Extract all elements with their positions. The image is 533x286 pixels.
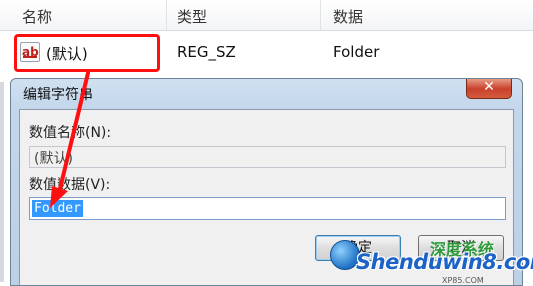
watermark-text: Shenduwin8.com: [356, 250, 533, 274]
value-name-label: 数值名称(N):: [29, 125, 112, 141]
value-name-field: (默认): [29, 146, 506, 168]
window-edge: [0, 82, 4, 282]
value-data-label: 数值数据(V):: [29, 177, 111, 193]
value-data-text[interactable]: Folder: [32, 200, 83, 217]
list-header: 名称 类型 数据: [0, 0, 533, 31]
column-header-type[interactable]: 类型: [177, 6, 207, 27]
column-divider[interactable]: [166, 0, 167, 30]
value-data-input[interactable]: Folder: [29, 197, 506, 220]
highlight-box: [14, 34, 160, 72]
column-divider[interactable]: [320, 0, 321, 30]
value-name-text: (默认): [34, 151, 73, 167]
column-header-data[interactable]: 数据: [333, 6, 363, 27]
row-data: Folder: [333, 43, 380, 61]
close-button[interactable]: ✕: [466, 79, 512, 99]
close-icon: ✕: [483, 79, 495, 95]
site-watermark: 深度系统 Shenduwin8.com XP85.COM: [330, 236, 533, 285]
row-type: REG_SZ: [177, 43, 236, 61]
dialog-title: 编辑字符串: [23, 87, 93, 103]
watermark-sub-text: XP85.COM: [442, 276, 484, 285]
column-header-name[interactable]: 名称: [22, 6, 52, 27]
